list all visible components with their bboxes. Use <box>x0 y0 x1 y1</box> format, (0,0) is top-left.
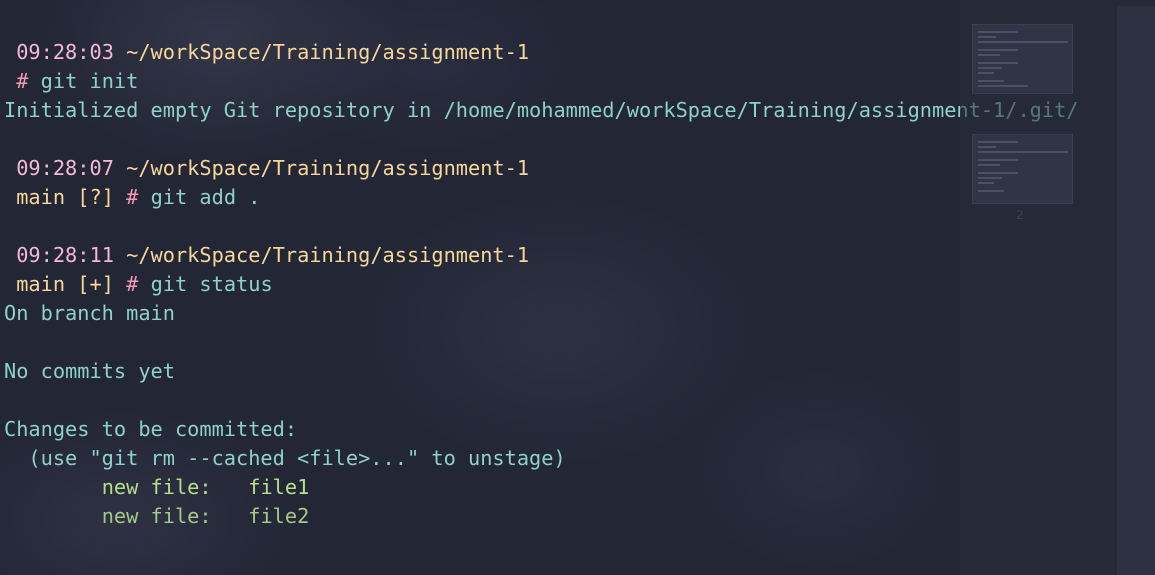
command-text: git init <box>40 69 139 93</box>
thumbnail-text-line <box>978 85 1028 87</box>
staged-file-line: new file: file1 <box>4 473 310 502</box>
terminal-window[interactable]: 09:28:03 ~/workSpace/Training/assignment… <box>0 0 1079 575</box>
thumbnail-text-line <box>978 182 994 184</box>
git-branch-status: main [?] <box>16 185 114 209</box>
workspace-thumbnail-2[interactable] <box>972 134 1073 204</box>
prompt-command-2: main [?] # git add . <box>4 183 260 212</box>
prompt-header-2: 09:28:07 ~/workSpace/Training/assignment… <box>4 154 529 183</box>
prompt-time: 09:28:11 <box>16 243 114 267</box>
staged-file-line: new file: file2 <box>4 502 310 531</box>
thumbnail-text-line <box>978 151 1068 153</box>
thumbnail-text-line <box>978 164 1000 166</box>
thumbnail-text-line <box>978 67 1002 69</box>
thumbnail-text-line <box>978 172 1018 174</box>
thumbnail-text-line <box>978 177 1002 179</box>
prompt-time: 09:28:07 <box>16 156 114 180</box>
thumbnail-text-line <box>978 146 996 148</box>
command-text: git add . <box>150 185 261 209</box>
prompt-header-3: 09:28:11 ~/workSpace/Training/assignment… <box>4 241 529 270</box>
thumbnail-text-line <box>978 36 996 38</box>
thumbnail-text-line <box>978 41 1068 43</box>
prompt-path: ~/workSpace/Training/assignment-1 <box>126 243 530 267</box>
prompt-command-1: # git init <box>4 67 138 96</box>
thumbnail-text-line <box>978 31 1018 33</box>
git-branch-status: main [+] <box>16 272 114 296</box>
command-text: git status <box>150 272 273 296</box>
output-line: Changes to be committed: <box>4 417 298 441</box>
thumbnail-text-line <box>978 159 1018 161</box>
thumbnail-text-line <box>978 49 1018 51</box>
prompt-symbol: # <box>126 185 139 209</box>
workspace-thumbnail-1[interactable] <box>972 24 1073 94</box>
staged-file-name: file2 <box>248 504 310 528</box>
prompt-header-1: 09:28:03 ~/workSpace/Training/assignment… <box>4 38 529 67</box>
workspace-number-label: 2 <box>1016 208 1024 222</box>
output-line: Initialized empty Git repository in /hom… <box>4 98 1079 122</box>
prompt-command-3: main [+] # git status <box>4 270 273 299</box>
thumbnail-text-line <box>978 190 1004 192</box>
prompt-time: 09:28:03 <box>16 40 114 64</box>
scrollbar-track[interactable] <box>1117 6 1155 575</box>
prompt-path: ~/workSpace/Training/assignment-1 <box>126 156 530 180</box>
thumbnail-text-line <box>978 72 994 74</box>
output-line: No commits yet <box>4 359 175 383</box>
prompt-symbol: # <box>126 272 139 296</box>
thumbnail-text-line <box>978 141 1018 143</box>
thumbnail-text-line <box>978 80 1004 82</box>
thumbnail-text-line <box>978 62 1018 64</box>
staged-file-status: new file: <box>101 475 212 499</box>
staged-file-status: new file: <box>101 504 212 528</box>
staged-file-name: file1 <box>248 475 310 499</box>
prompt-path: ~/workSpace/Training/assignment-1 <box>126 40 530 64</box>
output-line: (use "git rm --cached <file>..." to unst… <box>4 446 566 470</box>
prompt-symbol: # <box>16 69 29 93</box>
thumbnail-text-line <box>978 54 1000 56</box>
output-line: On branch main <box>4 301 175 325</box>
